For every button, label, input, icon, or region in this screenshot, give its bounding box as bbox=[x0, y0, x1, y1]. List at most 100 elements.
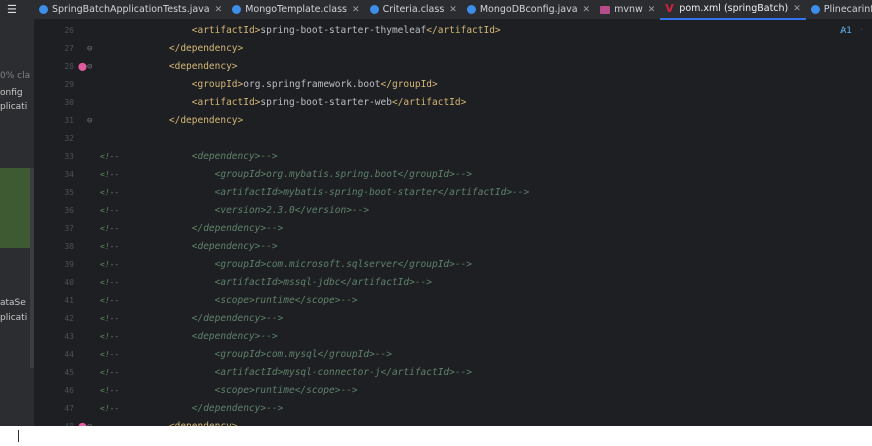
code-line[interactable]: <artifactId>mssql-jdbc</artifactId>--> bbox=[146, 274, 432, 292]
code-area[interactable]: <artifactId>spring-boot-starter-thymelea… bbox=[146, 20, 846, 426]
line-number: 42 bbox=[64, 314, 74, 323]
editor-tab[interactable]: mvnw ✕ bbox=[595, 0, 660, 20]
editor-tab[interactable]: Vpom.xml (springBatch) ✕ bbox=[660, 0, 806, 20]
comment-prefix: <!-- bbox=[100, 278, 120, 287]
xml-tag: </dependency> bbox=[168, 115, 244, 126]
code-line[interactable]: <dependency>--> bbox=[146, 328, 278, 346]
editor-tab[interactable]: SpringBatchApplicationTests.java ✕ bbox=[34, 0, 227, 20]
code-line[interactable]: <groupId>com.microsoft.sqlserver</groupI… bbox=[146, 256, 472, 274]
project-tree-item[interactable]: ataSe bbox=[0, 298, 34, 308]
fold-icon[interactable]: ⊖ bbox=[87, 112, 92, 130]
editor-gutter: 26 27 ⊖ 28 ⬤ ⊖ 29 30 31 ⊖ 32 33 <!-- 34 <!-- 35 <!-- 36 <!… bbox=[34, 20, 132, 426]
selected-tree-row-highlight bbox=[0, 168, 34, 248]
tab-label: Criteria.class bbox=[382, 4, 445, 15]
code-line[interactable]: <groupId>org.mybatis.spring.boot</groupI… bbox=[146, 166, 472, 184]
code-editor[interactable]: 26 27 ⊖ 28 ⬤ ⊖ 29 30 31 ⊖ 32 33 <!-- 34 <!-- 35 <!-- 36 <!… bbox=[34, 20, 872, 426]
code-line[interactable]: </dependency>--> bbox=[146, 400, 284, 418]
project-tree-item[interactable]: 0% cla bbox=[0, 71, 34, 81]
code-line[interactable]: </dependency> bbox=[146, 40, 243, 58]
code-line[interactable]: </dependency>--> bbox=[146, 310, 284, 328]
xml-comment: </dependency>--> bbox=[191, 313, 284, 324]
close-icon[interactable]: ✕ bbox=[648, 5, 656, 15]
java-class-icon bbox=[466, 5, 476, 14]
line-number: 45 bbox=[64, 368, 74, 377]
editor-vertical-scrollbar[interactable] bbox=[862, 20, 872, 426]
code-line[interactable]: <dependency> bbox=[146, 418, 238, 426]
line-number: 37 bbox=[64, 224, 74, 233]
java-class-icon bbox=[810, 5, 820, 14]
line-number: 40 bbox=[64, 278, 74, 287]
inspection-widget[interactable]: A̷1 bbox=[840, 26, 852, 36]
code-line[interactable]: <version>2.3.0</version>--> bbox=[146, 202, 369, 220]
comment-prefix: <!-- bbox=[100, 152, 120, 161]
editor-tab[interactable]: MongoDBconfig.java ✕ bbox=[462, 0, 595, 20]
code-line[interactable]: <dependency>--> bbox=[146, 238, 278, 256]
maven-icon: V bbox=[665, 1, 674, 15]
comment-prefix: <!-- bbox=[100, 314, 120, 323]
fold-icon[interactable]: ⊖ bbox=[87, 418, 92, 426]
code-line[interactable]: <groupId>org.springframework.boot</group… bbox=[146, 76, 438, 94]
line-number: 32 bbox=[64, 134, 74, 143]
code-line[interactable]: </dependency>--> bbox=[146, 220, 284, 238]
comment-prefix: <!-- bbox=[100, 386, 120, 395]
code-line[interactable]: <groupId>com.mysql</groupId>--> bbox=[146, 346, 392, 364]
editor-tab[interactable]: Criteria.class ✕ bbox=[365, 0, 462, 20]
project-tree-item[interactable]: plicati bbox=[0, 102, 34, 112]
comment-prefix: <!-- bbox=[100, 332, 120, 341]
project-tree-item[interactable]: onfig bbox=[0, 88, 34, 98]
xml-text: spring-boot-starter-web bbox=[260, 97, 392, 108]
xml-comment: <version>2.3.0</version>--> bbox=[214, 205, 370, 216]
java-class-icon bbox=[369, 5, 379, 14]
xml-tag: <dependency> bbox=[168, 61, 238, 72]
close-icon[interactable]: ✕ bbox=[793, 4, 801, 14]
xml-comment: <groupId>org.mybatis.spring.boot</groupI… bbox=[214, 169, 473, 180]
close-icon[interactable]: ✕ bbox=[449, 5, 457, 15]
code-line[interactable]: <artifactId>mybatis-spring-boot-starter<… bbox=[146, 184, 530, 202]
comment-prefix: <!-- bbox=[100, 368, 120, 377]
code-line[interactable]: <scope>runtime</scope>--> bbox=[146, 382, 358, 400]
line-number: 39 bbox=[64, 260, 74, 269]
project-tool-window[interactable]: 0% cla onfig plicati ataSe plicati bbox=[0, 0, 34, 426]
comment-prefix: <!-- bbox=[100, 242, 120, 251]
line-number: 48 bbox=[34, 418, 74, 426]
code-line[interactable]: <artifactId>spring-boot-starter-web</art… bbox=[146, 94, 467, 112]
text-caret bbox=[18, 430, 19, 442]
code-line[interactable]: <artifactId>mysql-connector-j</artifactI… bbox=[146, 364, 472, 382]
tab-label: mvnw bbox=[614, 4, 643, 15]
code-line[interactable]: <artifactId>spring-boot-starter-thymelea… bbox=[146, 22, 501, 40]
fold-icon[interactable]: ⊖ bbox=[87, 58, 92, 76]
editor-tab[interactable]: MongoTemplate.class ✕ bbox=[227, 0, 364, 20]
close-icon[interactable]: ✕ bbox=[215, 5, 223, 15]
comment-prefix: <!-- bbox=[100, 188, 120, 197]
code-line[interactable]: <scope>runtime</scope>--> bbox=[146, 292, 358, 310]
code-line[interactable]: </dependency> bbox=[146, 112, 243, 130]
xml-comment: <artifactId>mssql-jdbc</artifactId>--> bbox=[214, 277, 432, 288]
line-number: 29 bbox=[64, 80, 74, 89]
code-line[interactable]: <dependency>--> bbox=[146, 148, 278, 166]
tab-label: SpringBatchApplicationTests.java bbox=[52, 4, 210, 15]
xml-comment: <artifactId>mysql-connector-j</artifactI… bbox=[214, 367, 473, 378]
close-icon[interactable]: ✕ bbox=[352, 5, 360, 15]
status-area bbox=[0, 426, 872, 446]
maven-dependency-gutter-icon[interactable]: ⬤ bbox=[78, 58, 87, 76]
xml-comment: <dependency>--> bbox=[191, 331, 278, 342]
line-number: 31 bbox=[64, 116, 74, 125]
tab-label: MongoDBconfig.java bbox=[479, 4, 578, 15]
comment-prefix: <!-- bbox=[100, 350, 120, 359]
xml-comment: <groupId>com.microsoft.sqlserver</groupI… bbox=[214, 259, 473, 270]
code-line[interactable]: <dependency> bbox=[146, 58, 238, 76]
editor-tab[interactable]: Plinecarinfos.java✕ bbox=[806, 0, 872, 20]
fold-icon[interactable]: ⊖ bbox=[87, 40, 92, 58]
comment-prefix: <!-- bbox=[100, 170, 120, 179]
line-number: 47 bbox=[64, 404, 74, 413]
main-menu-icon[interactable]: ☰ bbox=[7, 4, 19, 16]
xml-tag: </dependency> bbox=[168, 43, 244, 54]
close-icon[interactable]: ✕ bbox=[583, 5, 591, 15]
maven-dependency-gutter-icon[interactable]: ⬤ bbox=[78, 418, 87, 426]
terminal-file-icon bbox=[600, 5, 611, 14]
editor-tab-bar: SpringBatchApplicationTests.java ✕ MongoTe… bbox=[34, 0, 872, 20]
xml-tag: </artifactId> bbox=[426, 25, 501, 36]
line-number: 41 bbox=[64, 296, 74, 305]
xml-comment: <artifactId>mybatis-spring-boot-starter<… bbox=[214, 187, 530, 198]
project-tree-item[interactable]: plicati bbox=[0, 313, 34, 323]
